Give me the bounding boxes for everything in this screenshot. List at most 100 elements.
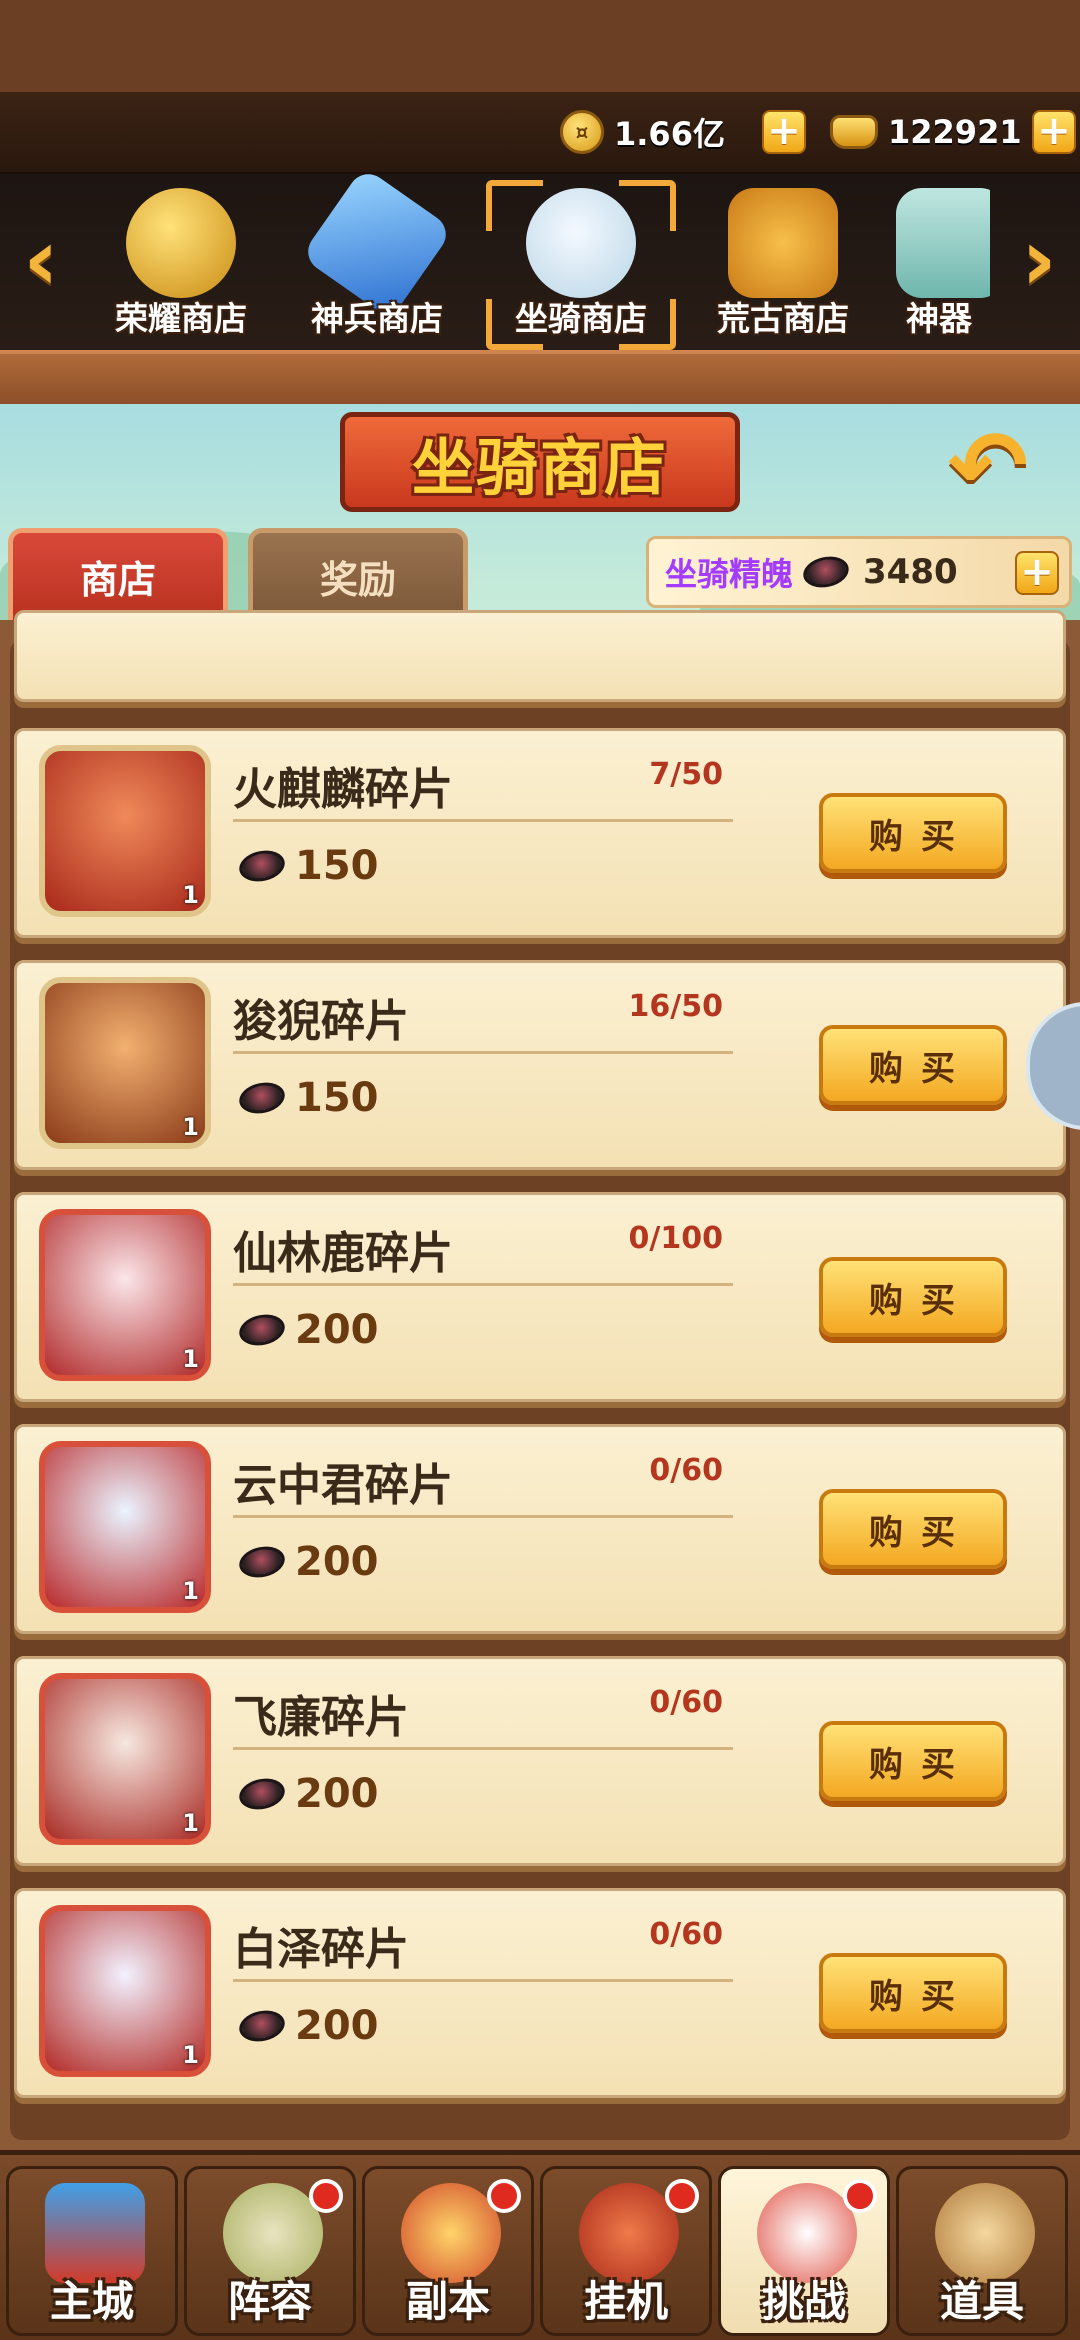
- store-tab-label: 荣耀商店: [115, 299, 247, 338]
- item-name: 仙林鹿碎片: [233, 1228, 453, 1279]
- nav-label: 副本: [405, 2277, 490, 2326]
- notification-badge: [843, 2179, 877, 2213]
- nav-label: 主城: [49, 2277, 134, 2326]
- store-tab-label: 神兵商店: [311, 299, 443, 338]
- item-price: 200: [236, 2003, 379, 2049]
- item-progress: 0/60: [649, 1917, 723, 1952]
- essence-gem-icon: [236, 1542, 288, 1582]
- essence-gem-icon: [236, 846, 288, 886]
- store-tab-weapon[interactable]: 神兵商店: [282, 166, 472, 350]
- notification-badge: [487, 2179, 521, 2213]
- nav-items[interactable]: 道具: [896, 2166, 1068, 2336]
- nav-label: 道具: [939, 2277, 1024, 2326]
- item-portrait: 1: [39, 745, 211, 917]
- essence-gem-icon: [236, 1310, 288, 1350]
- notification-badge: [309, 2179, 343, 2213]
- back-arrow-icon[interactable]: ↶: [938, 418, 1038, 514]
- nav-formation[interactable]: 阵容: [184, 2166, 356, 2336]
- nav-main-city[interactable]: 主城: [6, 2166, 178, 2336]
- item-name: 云中君碎片: [233, 1460, 453, 1511]
- price-value: 200: [295, 1771, 379, 1817]
- deer-mount-icon: [526, 188, 636, 298]
- resource-bar: ¤ 1.66亿 + 122921 +: [0, 92, 1080, 174]
- scroll-right-arrow-icon[interactable]: ›: [1008, 210, 1070, 310]
- item-progress: 16/50: [628, 989, 723, 1024]
- item-portrait: 1: [39, 977, 211, 1149]
- buy-button[interactable]: 购买: [819, 793, 1007, 873]
- store-tab-honor[interactable]: 荣耀商店: [86, 180, 276, 350]
- divider: [233, 1747, 733, 1750]
- page-title-banner: 坐骑商店: [340, 412, 740, 512]
- add-ingot-button[interactable]: +: [1032, 110, 1076, 154]
- item-progress: 7/50: [649, 757, 723, 792]
- item-count: 1: [182, 881, 199, 909]
- tab-reward[interactable]: 奖励: [248, 528, 468, 620]
- item-portrait: 1: [39, 1673, 211, 1845]
- item-count: 1: [182, 2041, 199, 2069]
- tab-shop[interactable]: 商店: [8, 528, 228, 620]
- price-value: 150: [295, 843, 379, 889]
- list-item: 1 云中君碎片 0/60 200 购买: [14, 1424, 1066, 1634]
- essence-gem-icon: [800, 552, 852, 592]
- item-progress: 0/100: [628, 1221, 723, 1256]
- divider: [233, 1979, 733, 1982]
- buy-button[interactable]: 购买: [819, 1489, 1007, 1569]
- buy-button[interactable]: 购买: [819, 1953, 1007, 2033]
- item-count: 1: [182, 1113, 199, 1141]
- item-name: 狻猊碎片: [233, 996, 409, 1047]
- ingot-value: 122921: [888, 113, 1022, 151]
- item-count: 1: [182, 1809, 199, 1837]
- essence-gem-icon: [236, 1078, 288, 1118]
- buy-button[interactable]: 购买: [819, 1025, 1007, 1105]
- store-tab-label: 荒古商店: [717, 299, 849, 338]
- status-area: [0, 0, 1080, 92]
- nav-challenge[interactable]: 挑战: [718, 2166, 890, 2336]
- store-tab-ancient[interactable]: 荒古商店: [688, 180, 878, 350]
- currency-value: 3480: [863, 552, 958, 592]
- divider: [233, 1283, 733, 1286]
- item-progress: 0/60: [649, 1453, 723, 1488]
- item-count: 1: [182, 1577, 199, 1605]
- list-item: 1 白泽碎片 0/60 200 购买: [14, 1888, 1066, 2098]
- item-portrait: 1: [39, 1441, 211, 1613]
- list-item: 1 狻猊碎片 16/50 150 购买: [14, 960, 1066, 1170]
- essence-gem-icon: [236, 2006, 288, 2046]
- item-name: 飞廉碎片: [233, 1692, 409, 1743]
- essence-gem-icon: [236, 1774, 288, 1814]
- mount-essence-currency: 坐骑精魄 3480 +: [646, 536, 1072, 608]
- gold-value: 1.66亿: [614, 115, 725, 153]
- gold-coin-icon: ¤: [560, 110, 604, 154]
- buy-button[interactable]: 购买: [819, 1721, 1007, 1801]
- scroll-left-arrow-icon[interactable]: ‹: [10, 210, 72, 310]
- item-progress: 0/60: [649, 1685, 723, 1720]
- item-name: 火麒麟碎片: [233, 764, 453, 815]
- store-tab-mount[interactable]: 坐骑商店: [486, 180, 676, 350]
- currency-name: 坐骑精魄: [665, 555, 794, 593]
- buy-button[interactable]: 购买: [819, 1257, 1007, 1337]
- item-price: 150: [236, 843, 379, 889]
- item-price: 200: [236, 1539, 379, 1585]
- divider: [233, 819, 733, 822]
- ancient-token-icon: [728, 188, 838, 298]
- nav-label: 挑战: [761, 2277, 846, 2326]
- nav-idle[interactable]: 挂机: [540, 2166, 712, 2336]
- honor-medal-icon: [126, 188, 236, 298]
- gold-ingot-icon: [830, 115, 878, 149]
- item-portrait: 1: [39, 1905, 211, 2077]
- item-price: 150: [236, 1075, 379, 1121]
- list-item-partial: [14, 610, 1066, 702]
- nav-dungeon[interactable]: 副本: [362, 2166, 534, 2336]
- strip-floor: [0, 350, 1080, 404]
- store-tab-artifact[interactable]: 神器: [886, 180, 990, 350]
- artifact-icon: [896, 188, 990, 298]
- notification-badge: [665, 2179, 699, 2213]
- list-item: 1 火麒麟碎片 7/50 150 购买: [14, 728, 1066, 938]
- add-essence-button[interactable]: +: [1015, 551, 1059, 595]
- divider: [233, 1051, 733, 1054]
- divider: [233, 1515, 733, 1518]
- item-count: 1: [182, 1345, 199, 1373]
- item-price: 200: [236, 1307, 379, 1353]
- ingot-resource: 122921: [830, 104, 1022, 160]
- add-gold-button[interactable]: +: [762, 110, 806, 154]
- list-item: 1 飞廉碎片 0/60 200 购买: [14, 1656, 1066, 1866]
